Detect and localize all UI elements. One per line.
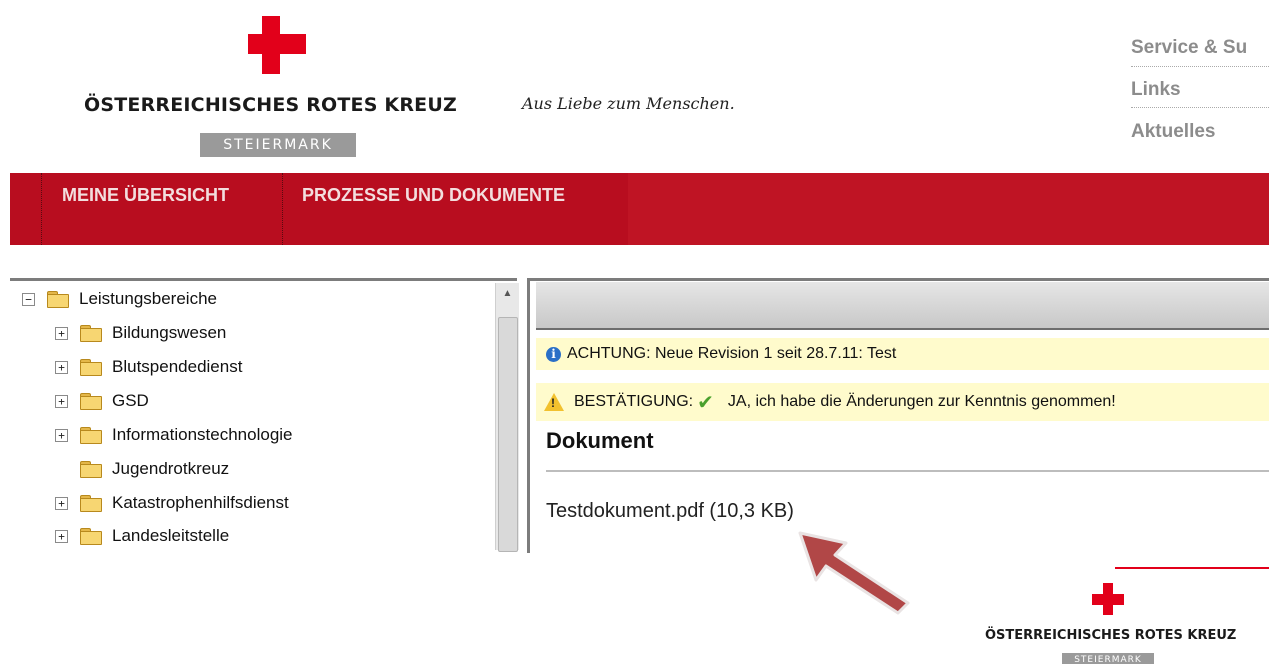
plus-toggle-icon[interactable]: + — [55, 394, 68, 408]
tree-item[interactable]: + Informationstechnologie — [55, 423, 293, 447]
nav-item-prozesse-und-dokumente[interactable]: PROZESSE UND DOKUMENTE — [302, 185, 565, 206]
tree-item-label: Bildungswesen — [112, 323, 227, 342]
content-header-bar — [536, 282, 1269, 330]
folder-icon — [80, 325, 102, 342]
minus-toggle-icon[interactable]: − — [22, 292, 35, 306]
folder-icon — [80, 427, 102, 444]
footer-divider — [1115, 567, 1269, 569]
info-icon: i — [546, 346, 561, 362]
scrollbar-thumb[interactable] — [498, 317, 518, 552]
plus-toggle-icon[interactable]: + — [55, 326, 68, 340]
red-cross-icon-bar — [248, 34, 306, 54]
tree-item-label: Landesleitstelle — [112, 526, 230, 545]
red-cross-icon-bar — [1092, 594, 1124, 605]
tree-item-label: Informationstechnologie — [112, 425, 293, 444]
tree-item-label: Blutspendedienst — [112, 357, 243, 376]
checkmark-icon[interactable]: ✔ — [697, 390, 714, 414]
service-link[interactable]: Service & Su — [1131, 37, 1247, 59]
divider — [546, 470, 1269, 472]
tree-item-label: Katastrophenhilfsdienst — [112, 493, 289, 512]
plus-toggle-icon[interactable]: + — [55, 529, 68, 543]
tree-item[interactable]: + Katastrophenhilfsdienst — [55, 491, 289, 515]
folder-icon — [80, 359, 102, 376]
plus-toggle-icon[interactable]: + — [55, 360, 68, 374]
org-region: STEIERMARK — [200, 133, 356, 157]
revision-notice: i ACHTUNG: Neue Revision 1 seit 28.7.11:… — [536, 338, 1269, 370]
nav-item-meine-uebersicht[interactable]: MEINE ÜBERSICHT — [62, 185, 229, 206]
tree-panel-border — [10, 278, 517, 281]
warning-icon: ! — [544, 393, 564, 411]
footer-org-region: STEIERMARK — [1062, 653, 1154, 664]
links-link[interactable]: Links — [1131, 79, 1181, 101]
tree-item-label: GSD — [112, 391, 149, 410]
nav-separator — [282, 173, 283, 245]
tree-item-label: Leistungsbereiche — [79, 289, 217, 308]
tree-item[interactable]: + Landesleitstelle — [55, 524, 229, 548]
revision-notice-text: ACHTUNG: Neue Revision 1 seit 28.7.11: T… — [567, 345, 897, 362]
folder-icon — [80, 393, 102, 410]
confirmation-notice: ! BESTÄTIGUNG: ✔ JA, ich habe die Änderu… — [536, 383, 1269, 421]
folder-icon — [47, 291, 69, 308]
divider — [1131, 107, 1269, 108]
aktuelles-link[interactable]: Aktuelles — [1131, 121, 1215, 143]
footer-org-name: ÖSTERREICHISCHES ROTES KREUZ — [985, 628, 1237, 643]
scroll-up-icon[interactable]: ▲ — [496, 283, 519, 305]
confirmation-label: BESTÄTIGUNG: — [574, 393, 694, 410]
folder-icon — [80, 495, 102, 512]
document-link[interactable]: Testdokument.pdf (10,3 KB) — [546, 500, 794, 523]
folder-icon — [80, 528, 102, 545]
nav-background — [628, 173, 1269, 245]
tree-item[interactable]: Jugendrotkreuz — [55, 457, 229, 481]
no-toggle-spacer — [55, 463, 68, 476]
tree-item[interactable]: + GSD — [55, 389, 149, 413]
plus-toggle-icon[interactable]: + — [55, 428, 68, 442]
main-nav: MEINE ÜBERSICHT PROZESSE UND DOKUMENTE — [10, 173, 1269, 245]
tree-item-root[interactable]: − Leistungsbereiche — [22, 287, 217, 311]
tree-item-label: Jugendrotkreuz — [112, 459, 230, 478]
folder-icon — [80, 461, 102, 478]
slogan: Aus Liebe zum Menschen. — [522, 94, 735, 113]
nav-separator — [41, 173, 42, 245]
section-title: Dokument — [546, 428, 654, 453]
plus-toggle-icon[interactable]: + — [55, 496, 68, 510]
tree-item[interactable]: + Bildungswesen — [55, 321, 226, 345]
tree-scrollbar[interactable]: ▲ — [495, 283, 519, 552]
org-name: ÖSTERREICHISCHES ROTES KREUZ — [84, 94, 457, 116]
arrow-pointer-icon — [798, 531, 910, 615]
confirmation-text[interactable]: JA, ich habe die Änderungen zur Kenntnis… — [728, 393, 1116, 411]
divider — [1131, 66, 1269, 67]
tree-item[interactable]: + Blutspendedienst — [55, 355, 242, 379]
